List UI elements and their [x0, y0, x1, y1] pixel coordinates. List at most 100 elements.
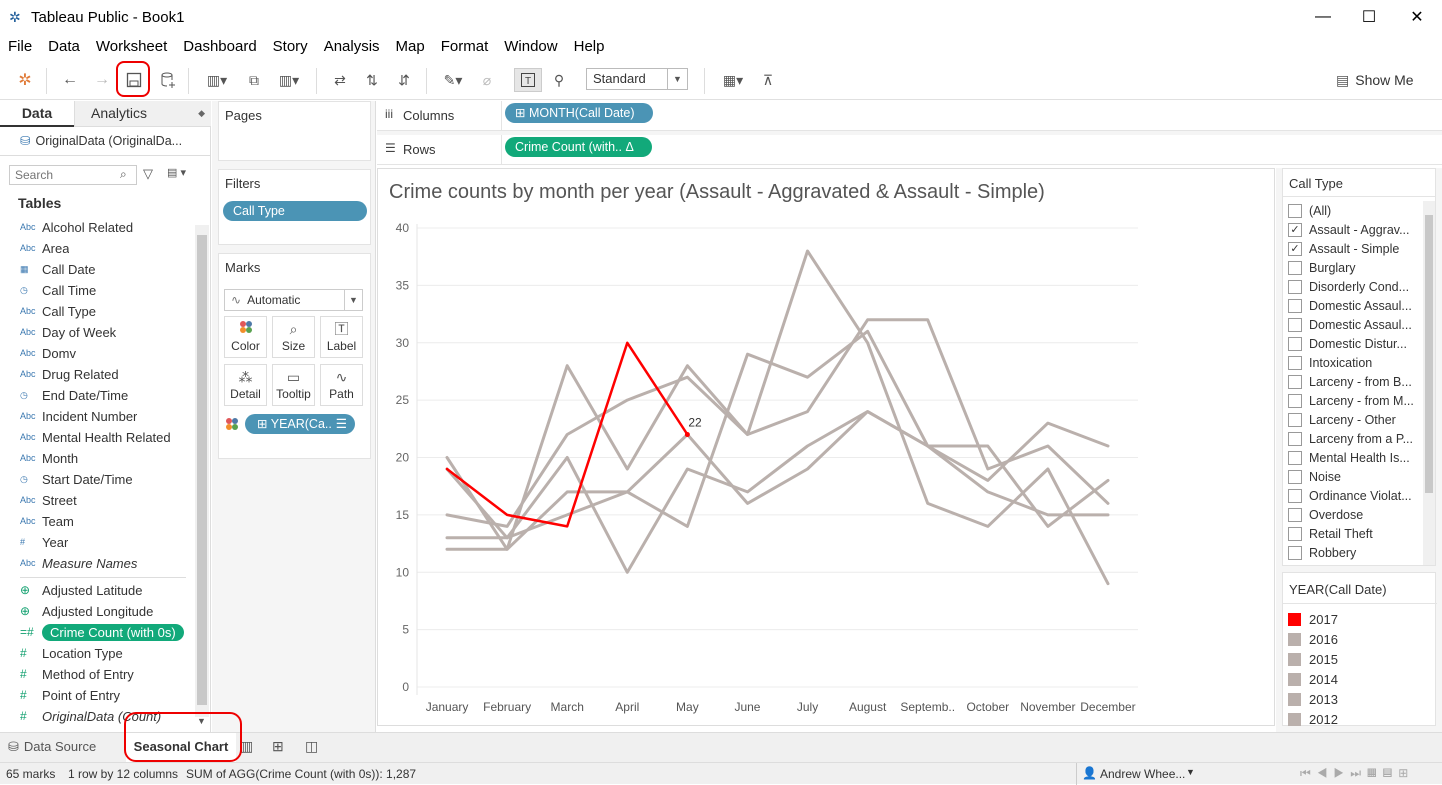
filter-scrollbar[interactable]	[1423, 201, 1435, 565]
close-button[interactable]: ✕	[1394, 0, 1440, 34]
call-type-option[interactable]: Larceny - Other	[1288, 410, 1415, 429]
call-type-option[interactable]: ✓ Assault - Aggrav...	[1288, 220, 1415, 239]
dimension-field[interactable]: Abc Measure Names	[20, 553, 190, 573]
call-type-option[interactable]: Intoxication	[1288, 353, 1415, 372]
call-type-option[interactable]: Larceny - from B...	[1288, 372, 1415, 391]
call-type-option[interactable]: Noise	[1288, 467, 1415, 486]
forward-arrow-icon[interactable]: →	[90, 68, 114, 92]
dimension-field[interactable]: Abc Drug Related	[20, 364, 190, 384]
tab-data-source[interactable]: ⛁ Data Source	[0, 733, 118, 763]
dimension-field[interactable]: Abc Call Type	[20, 301, 190, 321]
user-name[interactable]: Andrew Whee...	[1100, 767, 1185, 781]
legend-item[interactable]: 2014	[1288, 669, 1338, 689]
presentation-mode-icon[interactable]: ⊼	[756, 68, 780, 92]
datasource-item[interactable]: ⛁ OriginalData (OriginalDa...	[20, 133, 182, 148]
menu-analysis[interactable]: Analysis	[316, 38, 388, 55]
viz-area[interactable]: Crime counts by month per year (Assault …	[377, 168, 1275, 726]
call-type-option[interactable]: Domestic Assaul...	[1288, 296, 1415, 315]
marks-pill-year[interactable]: ⊞ YEAR(Ca.. ☰	[245, 414, 355, 434]
series-line-2013[interactable]	[445, 329, 1110, 551]
checkbox[interactable]	[1288, 450, 1302, 465]
call-type-option[interactable]: (All)	[1288, 201, 1415, 220]
call-type-option[interactable]: Retail Theft	[1288, 524, 1415, 543]
checkbox[interactable]	[1288, 355, 1302, 370]
call-type-option[interactable]: Domestic Assaul...	[1288, 315, 1415, 334]
dimension-field[interactable]: Abc Month	[20, 448, 190, 468]
call-type-option[interactable]: Larceny from a P...	[1288, 429, 1415, 448]
clear-sheet-icon[interactable]: ▥▾	[272, 68, 306, 92]
call-type-option[interactable]: Robbery	[1288, 543, 1415, 562]
new-dashboard-icon[interactable]: ⊞	[272, 738, 292, 758]
measure-field[interactable]: =# Crime Count (with 0s)	[20, 622, 190, 642]
menu-dashboard[interactable]: Dashboard	[175, 38, 264, 55]
menu-worksheet[interactable]: Worksheet	[88, 38, 175, 55]
scroll-down-icon[interactable]: ▼	[197, 716, 206, 726]
checkbox[interactable]	[1288, 260, 1302, 275]
tab-analytics[interactable]: Analytics ◆	[74, 101, 211, 127]
sort-ascending-icon[interactable]: ⇅	[360, 68, 384, 92]
checkbox[interactable]	[1288, 412, 1302, 427]
detail-button[interactable]: ⁂ Detail	[224, 364, 267, 406]
dimension-field[interactable]: Abc Area	[20, 238, 190, 258]
call-type-option[interactable]: Domestic Distur...	[1288, 334, 1415, 353]
dimension-field[interactable]: Abc Street	[20, 490, 190, 510]
legend-item[interactable]: 2012	[1288, 709, 1338, 729]
checkbox[interactable]	[1288, 336, 1302, 351]
rows-pill-crime-count[interactable]: Crime Count (with.. Δ	[505, 137, 652, 157]
new-datasource-icon[interactable]	[156, 68, 180, 92]
sheet-nav-icons[interactable]: ⏮◀▶⏭▦▤⊞	[1300, 766, 1414, 781]
dimension-field[interactable]: ◷ Start Date/Time	[20, 469, 190, 489]
menu-file[interactable]: File	[0, 38, 40, 55]
new-story-icon[interactable]: ◫	[305, 738, 325, 758]
highlight-icon[interactable]: ✎▾	[438, 68, 468, 92]
checkbox[interactable]	[1288, 431, 1302, 446]
series-line-2015[interactable]	[445, 249, 1110, 586]
dimension-field[interactable]: Abc Day of Week	[20, 322, 190, 342]
measure-field[interactable]: ⊕ Adjusted Longitude	[20, 601, 190, 621]
checkbox[interactable]: ✓	[1288, 241, 1302, 256]
maximize-button[interactable]: ☐	[1346, 0, 1392, 34]
columns-shelf[interactable]: iii Columns ⊞ MONTH(Call Date)	[377, 101, 1442, 131]
show-me-button[interactable]: ▤ Show Me	[1336, 68, 1414, 92]
show-mark-labels-icon[interactable]: T	[514, 68, 542, 92]
call-type-option[interactable]: Mental Health Is...	[1288, 448, 1415, 467]
series-line-2014[interactable]	[445, 410, 1110, 574]
pin-icon[interactable]: ⚲	[548, 68, 570, 92]
filter-pill-call-type[interactable]: Call Type	[223, 201, 367, 221]
tab-seasonal-chart[interactable]: Seasonal Chart	[126, 733, 236, 763]
size-button[interactable]: ⌕ Size	[272, 316, 315, 358]
checkbox[interactable]	[1288, 298, 1302, 313]
checkbox[interactable]	[1288, 317, 1302, 332]
menu-story[interactable]: Story	[265, 38, 316, 55]
checkbox[interactable]	[1288, 203, 1302, 218]
checkbox[interactable]	[1288, 507, 1302, 522]
minimize-button[interactable]: —	[1300, 0, 1346, 34]
checkbox[interactable]	[1288, 393, 1302, 408]
show-cards-icon[interactable]: ▦▾	[716, 68, 750, 92]
tooltip-button[interactable]: ▭ Tooltip	[272, 364, 315, 406]
dimension-field[interactable]: # Year	[20, 532, 190, 552]
search-input[interactable]	[9, 165, 137, 185]
group-paperclip-icon[interactable]: ⌀	[476, 68, 498, 92]
call-type-option[interactable]: ✓ Assault - Simple	[1288, 239, 1415, 258]
save-icon[interactable]	[122, 68, 146, 92]
checkbox[interactable]	[1288, 526, 1302, 541]
mark-type-dropdown[interactable]: ∿ Automatic ▼	[224, 289, 363, 311]
view-options-icon[interactable]: ▤ ▾	[167, 166, 186, 179]
dimension-field[interactable]: Abc Alcohol Related	[20, 217, 190, 237]
dimension-field[interactable]: Abc Incident Number	[20, 406, 190, 426]
menu-help[interactable]: Help	[566, 38, 613, 55]
duplicate-sheet-icon[interactable]: ⧉	[242, 68, 266, 92]
checkbox[interactable]	[1288, 374, 1302, 389]
dimension-field[interactable]: Abc Domv	[20, 343, 190, 363]
call-type-option[interactable]: Ordinance Violat...	[1288, 486, 1415, 505]
fit-dropdown[interactable]: Standard ▼	[586, 68, 688, 90]
measure-field[interactable]: # Point of Entry	[20, 685, 190, 705]
checkbox[interactable]	[1288, 469, 1302, 484]
line-chart[interactable]: 0 5 10 15 20 25 30 35 40 January February March Apri…	[378, 169, 1274, 725]
dimension-field[interactable]: ◷ End Date/Time	[20, 385, 190, 405]
checkbox[interactable]	[1288, 545, 1302, 560]
menu-window[interactable]: Window	[496, 38, 565, 55]
rows-shelf[interactable]: ☰ Rows Crime Count (with.. Δ	[377, 135, 1442, 165]
measure-field[interactable]: ⊕ Adjusted Latitude	[20, 580, 190, 600]
